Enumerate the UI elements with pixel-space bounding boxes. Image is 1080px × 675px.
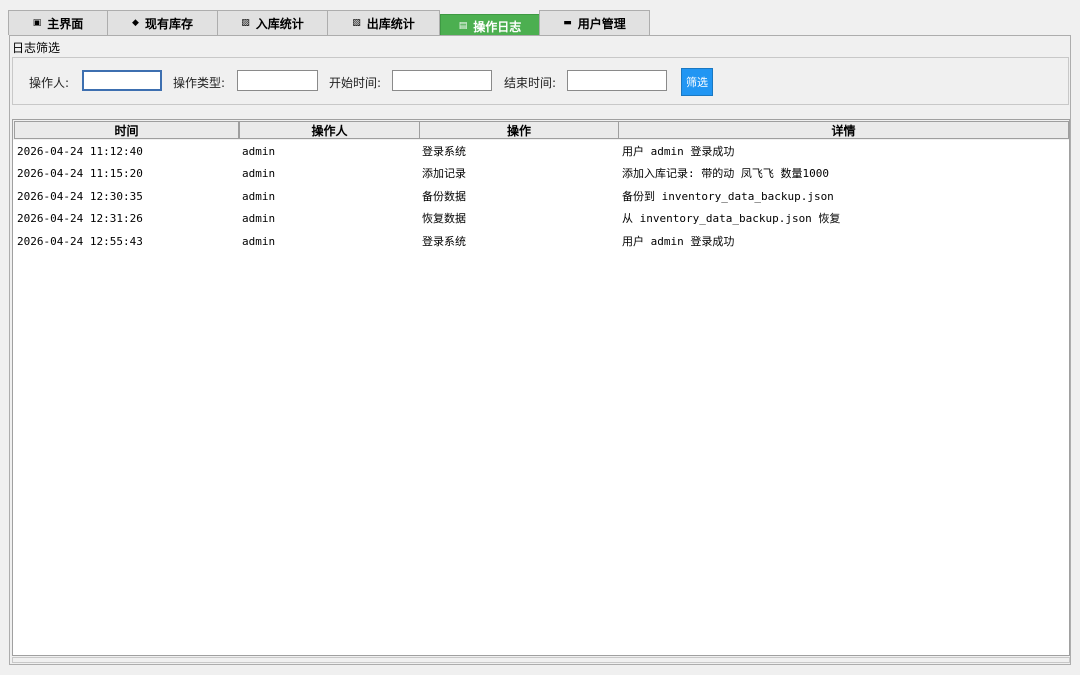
cell-details: 备份到 inventory_data_backup.json [622,189,834,203]
cell-operator: admin [242,145,276,158]
cell-time: 2026-04-24 12:55:43 [17,234,143,248]
tab-label: 主界面 [47,16,84,31]
operation-type-input[interactable] [237,70,318,91]
end-time-input[interactable] [567,70,667,91]
cell-operator: admin [242,212,276,226]
cell-operation: 登录系统 [422,145,466,158]
table-body: 2026-04-24 11:12:40 admin 登录系统 用户 admin … [13,141,1069,253]
tab-bar: ▣ 主界面 ◆ 现有库存 ▨ 入库统计 ▧ 出库统计 ▤ 操作日志 ▬ 用户管理 [8,9,1070,37]
tab-user-management[interactable]: ▬ 用户管理 [539,10,650,35]
log-table: 时间 操作人 操作 详情 2026-04-24 11:12:40 admin 登… [12,119,1070,656]
column-header-operation[interactable]: 操作 [419,121,619,139]
log-panel: 日志筛选 操作人: 操作类型: 开始时间: 结束时间: 筛选 时间 操作人 操作… [9,35,1071,665]
chart-down-icon: ▧ [352,18,361,28]
table-row[interactable]: 2026-04-24 12:30:35 admin 备份数据 备份到 inven… [13,186,1069,208]
cell-time: 2026-04-24 12:30:35 [17,189,143,203]
tab-operation-log[interactable]: ▤ 操作日志 [440,14,540,37]
cell-details: 从 inventory_data_backup.json 恢复 [622,212,841,226]
table-row[interactable]: 2026-04-24 12:31:26 admin 恢复数据 从 invento… [13,208,1069,230]
cell-operator: admin [242,189,276,203]
cell-operation: 添加记录 [422,167,466,181]
start-time-input[interactable] [392,70,492,91]
operator-label: 操作人: [29,76,70,90]
horizontal-scrollbar[interactable] [12,657,1070,663]
chart-up-icon: ▨ [241,18,250,28]
tab-label: 出库统计 [366,16,415,31]
column-header-operator[interactable]: 操作人 [239,121,420,139]
tab-inbound-stats[interactable]: ▨ 入库统计 [217,10,328,35]
operation-type-label: 操作类型: [173,76,226,90]
end-time-label: 结束时间: [504,76,557,90]
cell-operation: 恢复数据 [422,212,466,226]
table-row[interactable]: 2026-04-24 12:55:43 admin 登录系统 用户 admin … [13,231,1069,253]
cell-time: 2026-04-24 11:15:20 [17,167,143,181]
filter-button[interactable]: 筛选 [681,68,713,96]
tab-label: 用户管理 [577,16,626,31]
tab-outbound-stats[interactable]: ▧ 出库统计 [327,10,440,35]
box-icon: ◆ [132,18,139,28]
table-row[interactable]: 2026-04-24 11:15:20 admin 添加记录 添加入库记录: 带… [13,163,1069,185]
operator-input[interactable] [82,70,162,91]
log-icon: ▤ [458,21,468,31]
cell-time: 2026-04-24 12:31:26 [17,212,143,226]
start-time-label: 开始时间: [329,76,382,90]
tab-current-inventory[interactable]: ◆ 现有库存 [107,10,218,35]
tab-main[interactable]: ▣ 主界面 [8,10,108,35]
table-header: 时间 操作人 操作 详情 [13,120,1069,140]
cell-details: 添加入库记录: 带的动 凤飞飞 数量1000 [622,167,829,181]
cell-operation: 登录系统 [422,234,466,248]
cell-operator: admin [242,234,276,248]
column-header-time[interactable]: 时间 [14,121,239,139]
filter-box: 操作人: 操作类型: 开始时间: 结束时间: 筛选 [12,57,1069,105]
cell-operator: admin [242,167,276,181]
user-icon: ▬ [563,18,572,28]
table-row[interactable]: 2026-04-24 11:12:40 admin 登录系统 用户 admin … [13,141,1069,163]
tab-label: 入库统计 [255,16,304,31]
cell-details: 用户 admin 登录成功 [622,145,735,158]
cell-details: 用户 admin 登录成功 [622,234,735,248]
tab-label: 操作日志 [473,19,522,34]
cell-time: 2026-04-24 11:12:40 [17,145,143,158]
home-icon: ▣ [32,18,42,28]
column-header-details[interactable]: 详情 [618,121,1069,139]
tab-label: 现有库存 [144,16,193,31]
cell-operation: 备份数据 [422,189,466,203]
filter-group-title: 日志筛选 [12,41,61,55]
